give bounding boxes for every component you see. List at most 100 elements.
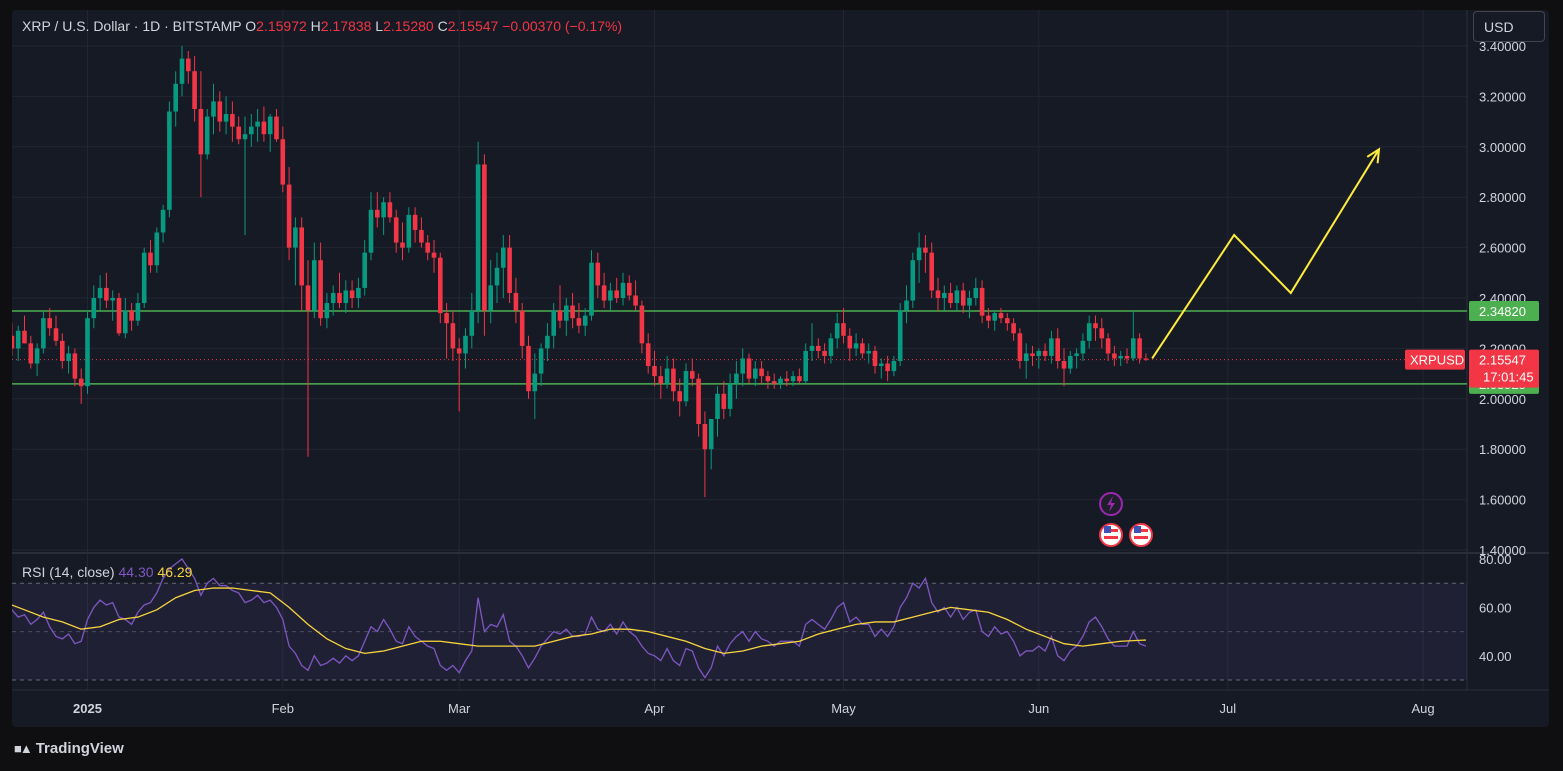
candle [708, 418, 714, 470]
candle-body [148, 252, 153, 266]
candle [973, 277, 979, 306]
candle [368, 192, 374, 261]
candle [104, 272, 109, 309]
candle [1105, 333, 1111, 361]
rsi-value: 44.30 [118, 564, 154, 580]
candle [910, 252, 916, 309]
candle [1093, 315, 1098, 341]
low-label: L [375, 18, 384, 34]
candle-body [1131, 338, 1136, 359]
candle [513, 277, 519, 324]
candle-body [664, 368, 670, 384]
candle-body [456, 348, 462, 354]
chart-canvas[interactable]: 3.400003.200003.000002.800002.600002.400… [12, 10, 1549, 727]
tradingview-logo[interactable]: ■▲ TradingView [14, 740, 124, 757]
candle-body [538, 348, 544, 374]
candle [929, 242, 934, 298]
rsi-legend: RSI (14, close) 44.30 46.29 [22, 564, 192, 580]
candle-body [267, 116, 273, 135]
candle [866, 343, 871, 364]
candle [979, 280, 985, 324]
candle [816, 338, 821, 359]
currency-button[interactable]: USD [1473, 11, 1545, 42]
candle [217, 91, 223, 132]
candle-body [154, 232, 160, 266]
candle-body [375, 209, 380, 218]
candle-body [734, 373, 739, 384]
candle [223, 96, 229, 135]
candle [860, 338, 865, 359]
candle-body [419, 229, 424, 243]
candle-body [482, 164, 487, 311]
candle [425, 235, 430, 261]
candle [1042, 343, 1048, 361]
candle [488, 260, 493, 324]
level-price-badge: 2.34820 [1469, 301, 1539, 322]
candle-body [450, 323, 456, 349]
time-tick-label: Aug [1412, 701, 1435, 716]
projection-arrow-head [1366, 147, 1381, 164]
candle [1036, 348, 1042, 369]
candle [923, 235, 928, 273]
candle [507, 235, 512, 304]
candle-body [784, 378, 790, 382]
candle-body [677, 391, 682, 402]
candle-body [368, 209, 374, 253]
candle [627, 275, 632, 301]
candle-body [627, 282, 632, 296]
candle [715, 386, 720, 437]
candle-body [116, 298, 122, 334]
candle-body [759, 368, 764, 377]
candle [1068, 350, 1073, 374]
brand-name: TradingView [35, 740, 124, 757]
candle-body [866, 350, 871, 354]
candle-body [671, 368, 676, 392]
candle-body [979, 287, 985, 316]
candle [173, 71, 178, 127]
candle-body [929, 252, 934, 291]
chart-frame: 3.40000 3.20000 3.00000 2.80000 2.60000 2.400… [12, 10, 1549, 727]
symbol-title[interactable]: XRP / U.S. Dollar · 1D · BITSTAMP [22, 18, 241, 34]
candle [116, 292, 122, 336]
candle [589, 250, 594, 321]
candle-body [690, 371, 695, 379]
candle [1061, 348, 1067, 387]
candle [267, 114, 273, 152]
candle [847, 328, 853, 361]
candle-body [488, 285, 493, 311]
candle [274, 109, 279, 142]
candle [494, 252, 500, 304]
candle-body [47, 318, 52, 329]
candle-body [803, 350, 808, 382]
candle-body [545, 335, 550, 349]
candle-body [104, 287, 109, 301]
candle [1005, 313, 1010, 331]
candle [778, 376, 783, 389]
candle [620, 272, 626, 306]
candle [1074, 348, 1079, 369]
candle-body [167, 111, 172, 210]
candle-body [381, 202, 386, 218]
candle-body [683, 371, 689, 402]
last-price-badge: 2.15547 17:01:45 XRPUSD [1405, 349, 1539, 388]
candle [904, 285, 909, 324]
candle-body [1086, 323, 1092, 341]
candle [406, 207, 412, 253]
candle-body [967, 298, 972, 306]
candle-body [249, 126, 254, 135]
candle-body [620, 282, 626, 298]
time-tick-label: Jul [1219, 701, 1236, 716]
candle-body [387, 202, 393, 218]
candle-body [494, 267, 500, 286]
candle [12, 323, 15, 356]
candle [690, 358, 695, 387]
price-tick-label: 2.80000 [1479, 190, 1526, 205]
flag-stripe [1134, 536, 1148, 539]
candle [343, 280, 349, 314]
candle-body [816, 345, 821, 351]
candle-body [242, 134, 248, 140]
candle-body [771, 381, 777, 384]
candle-body [362, 252, 367, 288]
candle-body [255, 121, 260, 127]
rsi-title[interactable]: RSI (14, close) [22, 564, 115, 580]
